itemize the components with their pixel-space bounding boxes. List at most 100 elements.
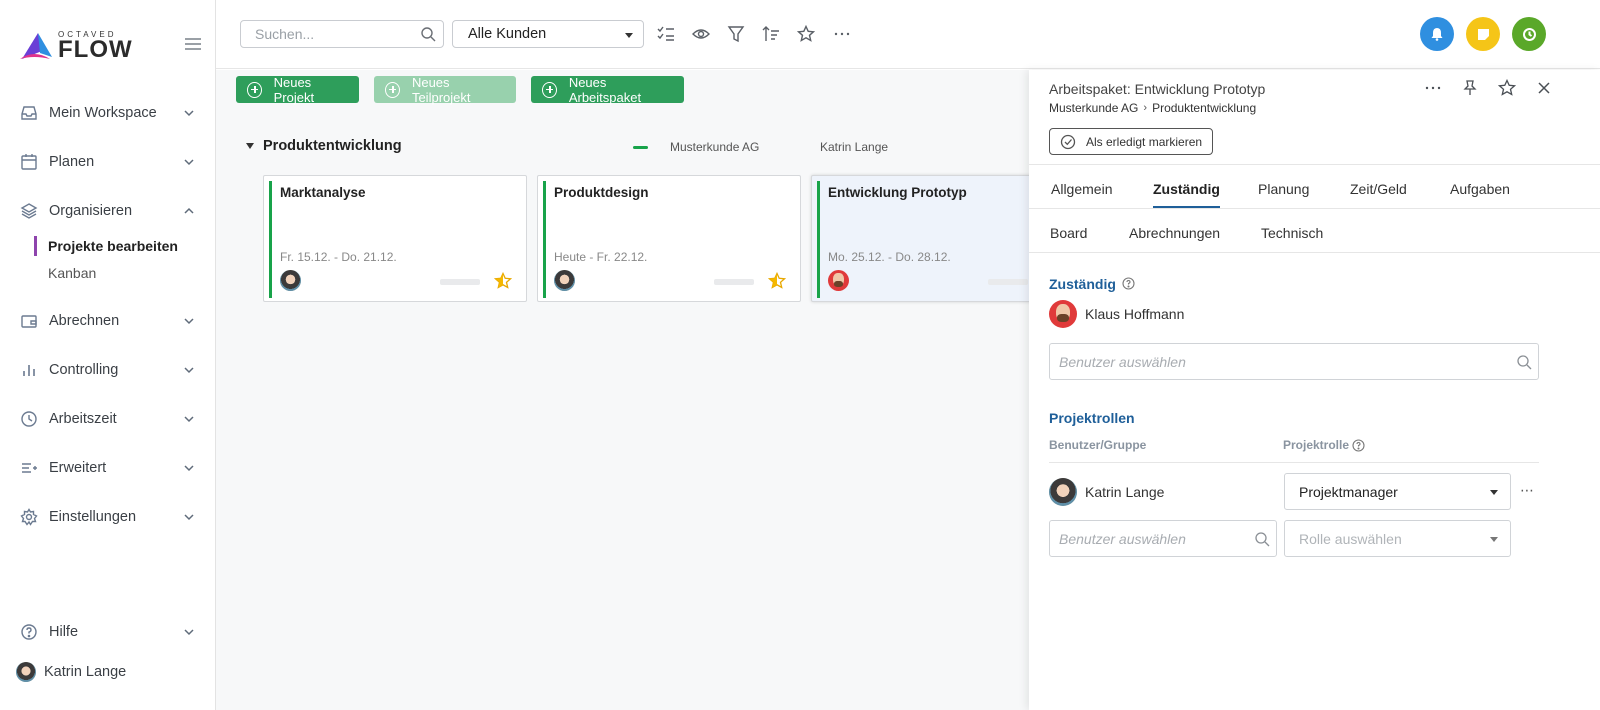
chevron-down-icon (184, 367, 194, 374)
clock-icon (1522, 27, 1536, 41)
sidebar-item-erweitert[interactable]: Erweitert (0, 451, 215, 485)
time-tracking-button[interactable] (1512, 17, 1546, 51)
notes-button[interactable] (1466, 17, 1500, 51)
column-header-role: Projektrolle (1283, 438, 1350, 452)
sidebar-item-label: Abrechnen (49, 313, 120, 329)
new-role-select[interactable]: Rolle auswählen (1284, 520, 1511, 557)
detail-panel: Arbeitspaket: Entwicklung Prototyp Muste… (1029, 70, 1600, 710)
breadcrumb-item[interactable]: Musterkunde AG (1049, 101, 1138, 115)
avatar (828, 270, 849, 291)
chevron-down-icon (184, 514, 194, 521)
chevron-down-icon (184, 629, 194, 636)
role-select[interactable]: Projektmanager (1284, 473, 1511, 510)
sidebar-item-label: Organisieren (49, 203, 133, 219)
search-icon[interactable] (420, 26, 436, 42)
new-role-user-field (1049, 520, 1277, 557)
assign-user-input[interactable] (1059, 353, 1499, 370)
help-icon[interactable] (1122, 277, 1135, 290)
kanban-card[interactable]: Produktdesign Heute - Fr. 22.12. (537, 175, 801, 302)
topbar: Alle Kunden (216, 0, 1600, 69)
sidebar-item-mein-workspace[interactable]: Mein Workspace (0, 96, 215, 130)
star-icon[interactable] (1498, 79, 1516, 97)
tab-zeit-geld[interactable]: Zeit/Geld (1350, 181, 1407, 197)
sidebar-subitem-projekte-bearbeiten[interactable]: Projekte bearbeiten (34, 234, 178, 258)
search-input[interactable] (255, 21, 425, 47)
checklist-icon[interactable] (657, 25, 675, 43)
kanban-card[interactable]: Marktanalyse Fr. 15.12. - Do. 21.12. (263, 175, 527, 302)
assigned-user-name: Klaus Hoffmann (1085, 306, 1185, 322)
new-project-button[interactable]: Neues Projekt (236, 74, 359, 105)
tab-allgemein[interactable]: Allgemein (1051, 181, 1112, 197)
caret-down-icon (1490, 490, 1498, 495)
eye-icon[interactable] (692, 25, 710, 43)
sidebar-item-arbeitszeit[interactable]: Arbeitszeit (0, 402, 215, 436)
menu-toggle-icon[interactable] (185, 38, 201, 50)
sidebar-item-hilfe[interactable]: Hilfe (0, 615, 215, 649)
sidebar-item-label: Planen (49, 154, 95, 170)
sidebar-subitem-kanban[interactable]: Kanban (34, 261, 96, 285)
panel-title: Arbeitspaket: Entwicklung Prototyp (1049, 81, 1266, 97)
more-icon[interactable] (1424, 79, 1442, 97)
search-box (240, 20, 444, 48)
assigned-user[interactable]: Klaus Hoffmann (1049, 300, 1184, 328)
group-title: Produktentwicklung (263, 138, 402, 154)
sidebar-item-controlling[interactable]: Controlling (0, 353, 215, 387)
notifications-button[interactable] (1420, 17, 1454, 51)
inbox-icon (21, 106, 37, 120)
search-icon[interactable] (1254, 531, 1270, 547)
new-workpackage-button[interactable]: Neues Arbeitspaket (531, 75, 684, 105)
half-star-icon[interactable] (494, 272, 512, 290)
tab-planung[interactable]: Planung (1258, 181, 1309, 197)
mark-done-button[interactable]: Als erledigt markieren (1049, 128, 1213, 155)
tab-board[interactable]: Board (1050, 225, 1087, 241)
tab-technisch[interactable]: Technisch (1261, 225, 1323, 241)
star-icon[interactable] (797, 25, 815, 43)
chevron-right-icon: › (1143, 102, 1148, 114)
sidebar-item-abrechnen[interactable]: Abrechnen (0, 304, 215, 338)
help-icon[interactable] (1352, 439, 1365, 452)
more-icon[interactable] (833, 25, 851, 43)
logo-icon (20, 32, 52, 59)
card-progress-bar (440, 279, 480, 285)
breadcrumb-item[interactable]: Produktentwicklung (1152, 101, 1256, 115)
tab-aufgaben[interactable]: Aufgaben (1450, 181, 1510, 197)
card-title: Produktdesign (554, 185, 649, 200)
group-status-bar (633, 146, 648, 149)
avatar (1049, 300, 1077, 328)
new-role-user-input[interactable] (1059, 530, 1239, 547)
logo[interactable]: OCTAVED FLOW (20, 30, 133, 62)
pin-icon[interactable] (1461, 79, 1479, 97)
card-dates: Heute - Fr. 22.12. (554, 250, 648, 264)
chevron-up-icon (184, 207, 194, 214)
sidebar-item-organisieren[interactable]: Organisieren (0, 194, 215, 228)
gear-icon (20, 508, 38, 526)
current-user[interactable]: Katrin Lange (16, 662, 126, 682)
filter-icon[interactable] (727, 25, 745, 43)
collapse-caret-icon[interactable] (246, 143, 254, 149)
new-project-label: Neues Projekt (273, 74, 315, 105)
avatar (16, 662, 36, 682)
customer-filter-select[interactable]: Alle Kunden (452, 20, 644, 48)
role-row-user: Katrin Lange (1049, 478, 1164, 506)
new-subproject-button[interactable]: Neues Teilprojekt (374, 74, 516, 105)
half-star-icon[interactable] (768, 272, 786, 290)
new-subproject-label: Neues Teilprojekt (411, 74, 471, 105)
chevron-down-icon (184, 159, 194, 166)
column-header-user: Benutzer/Gruppe (1049, 438, 1147, 452)
sort-icon[interactable] (762, 25, 780, 43)
row-more-icon[interactable]: ⋯ (1520, 482, 1535, 499)
search-icon[interactable] (1516, 354, 1532, 370)
close-icon[interactable] (1535, 79, 1553, 97)
check-circle-icon (1060, 134, 1076, 149)
group-header[interactable]: Produktentwicklung (246, 138, 402, 154)
avatar (554, 270, 575, 291)
card-progress-bar (988, 279, 1028, 285)
breadcrumb: Musterkunde AG › Produktentwicklung (1049, 101, 1256, 115)
divider (1049, 462, 1539, 463)
sidebar-item-einstellungen[interactable]: Einstellungen (0, 500, 215, 534)
tab-abrechnungen[interactable]: Abrechnungen (1129, 225, 1220, 241)
tab-zustaendig[interactable]: Zuständig (1153, 181, 1220, 208)
bar-chart-icon (23, 365, 35, 376)
sidebar-item-planen[interactable]: Planen (0, 145, 215, 179)
sidebar-subitem-label: Kanban (48, 265, 97, 281)
